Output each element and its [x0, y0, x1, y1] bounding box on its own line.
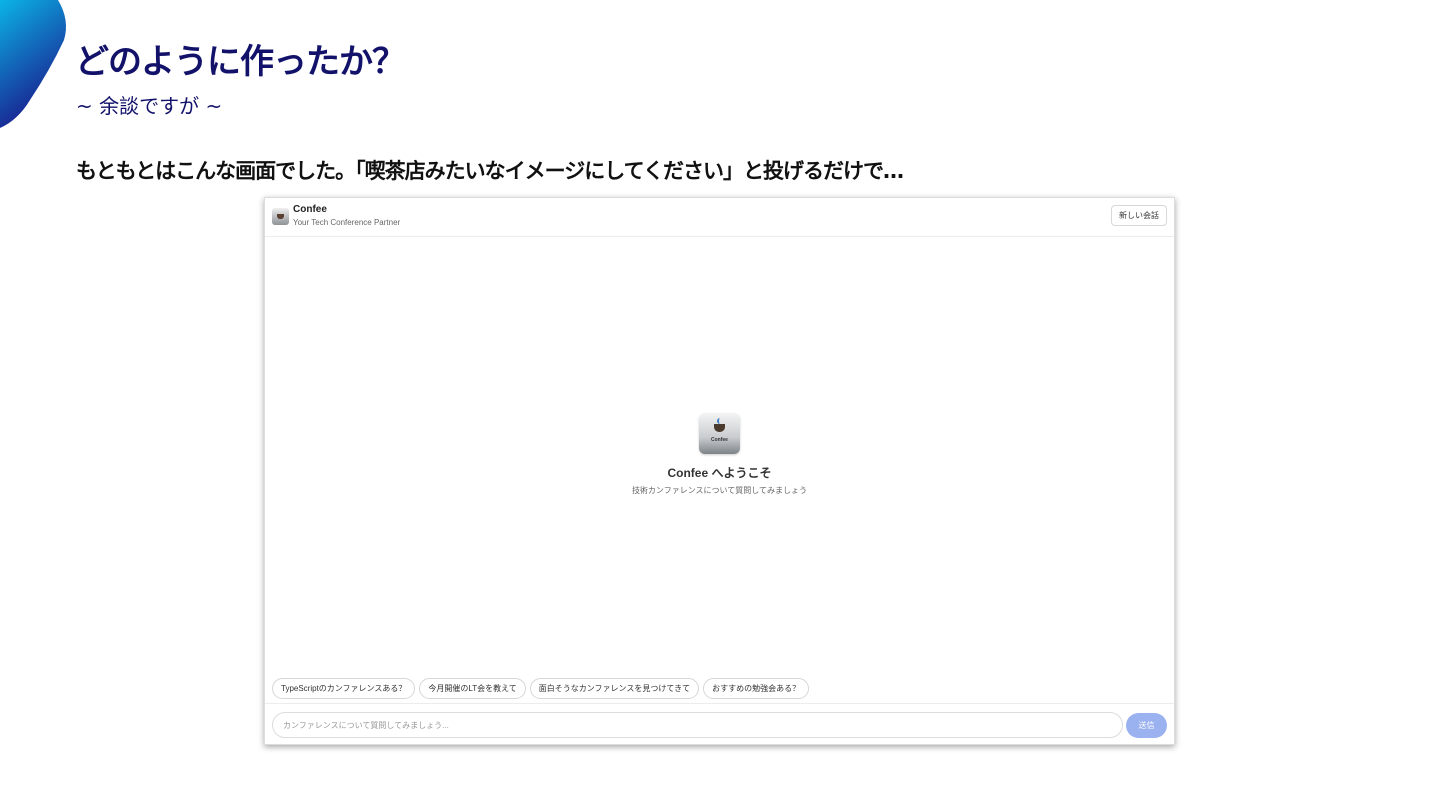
message-input[interactable]: [272, 712, 1123, 738]
suggestion-chip[interactable]: 面白そうなカンファレンスを見つけてきて: [529, 678, 700, 699]
slide-subtitle: ~ 余談ですが ~: [76, 94, 223, 118]
corner-decoration: [0, 0, 66, 128]
suggestion-chip[interactable]: おすすめの勉強会ある？: [703, 678, 810, 699]
logo-brand-text: Confee: [711, 437, 728, 443]
welcome-subtitle: 技術カンファレンスについて質問してみましょう: [631, 486, 808, 495]
welcome-title: Confee へようこそ: [667, 466, 772, 480]
slide-title: どのように作ったか？: [75, 42, 406, 82]
coffee-cup-icon: Confee: [699, 413, 740, 454]
app-screenshot: Confee Your Tech Conference Partner 新しい会…: [264, 197, 1175, 745]
suggestion-list: TypeScriptのカンファレンスある？ 今月開催のLT会を教えて 面白そうな…: [272, 678, 810, 699]
app-name: Confee: [293, 204, 327, 215]
coffee-logo-icon: [272, 208, 289, 225]
slide-body-text: もともとはこんな画面でした。「喫茶店みたいなイメージにしてください」と投げるだけ…: [76, 159, 904, 183]
suggestion-chip[interactable]: TypeScriptのカンファレンスある？: [272, 678, 416, 699]
input-bar: 送信: [265, 703, 1174, 744]
new-chat-button[interactable]: 新しい会話: [1111, 205, 1167, 226]
suggestion-chip[interactable]: 今月開催のLT会を教えて: [419, 678, 526, 699]
app-header: Confee Your Tech Conference Partner 新しい会…: [265, 198, 1174, 237]
app-tagline: Your Tech Conference Partner: [293, 218, 401, 227]
send-button[interactable]: 送信: [1126, 713, 1167, 738]
